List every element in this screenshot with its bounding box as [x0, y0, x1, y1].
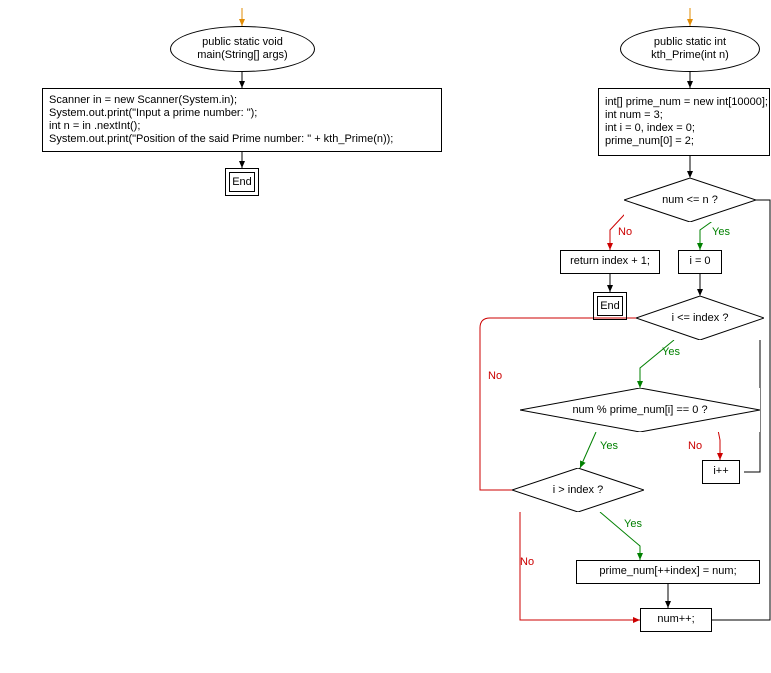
kth-end: End: [593, 292, 627, 320]
i-zero: i = 0: [678, 250, 722, 274]
end-label: End: [229, 172, 255, 192]
end-label: End: [597, 296, 623, 316]
cond-i-le-index: i <= index ?: [636, 296, 764, 340]
num-plus-plus: num++;: [640, 608, 712, 632]
store-prime: prime_num[++index] = num;: [576, 560, 760, 584]
edge-no: No: [488, 370, 502, 382]
edge-no: No: [520, 556, 534, 568]
cond-mod: num % prime_num[i] == 0 ?: [520, 388, 760, 432]
edge-no: No: [688, 440, 702, 452]
kth-prime-init: int[] prime_num = new int[10000]; int nu…: [598, 88, 770, 156]
edge-no: No: [618, 226, 632, 238]
edge-yes: Yes: [624, 518, 642, 530]
cond-i-gt-index: i > index ?: [512, 468, 644, 512]
return-statement: return index + 1;: [560, 250, 660, 274]
edge-yes: Yes: [662, 346, 680, 358]
main-signature: public static void main(String[] args): [170, 26, 315, 72]
kth-prime-signature: public static int kth_Prime(int n): [620, 26, 760, 72]
cond-num-le-n: num <= n ?: [624, 178, 756, 222]
i-plus-plus: i++: [702, 460, 740, 484]
main-body: Scanner in = new Scanner(System.in); Sys…: [42, 88, 442, 152]
main-end: End: [225, 168, 259, 196]
edge-yes: Yes: [600, 440, 618, 452]
edge-yes: Yes: [712, 226, 730, 238]
flowchart-canvas: public static void main(String[] args) S…: [0, 0, 771, 673]
